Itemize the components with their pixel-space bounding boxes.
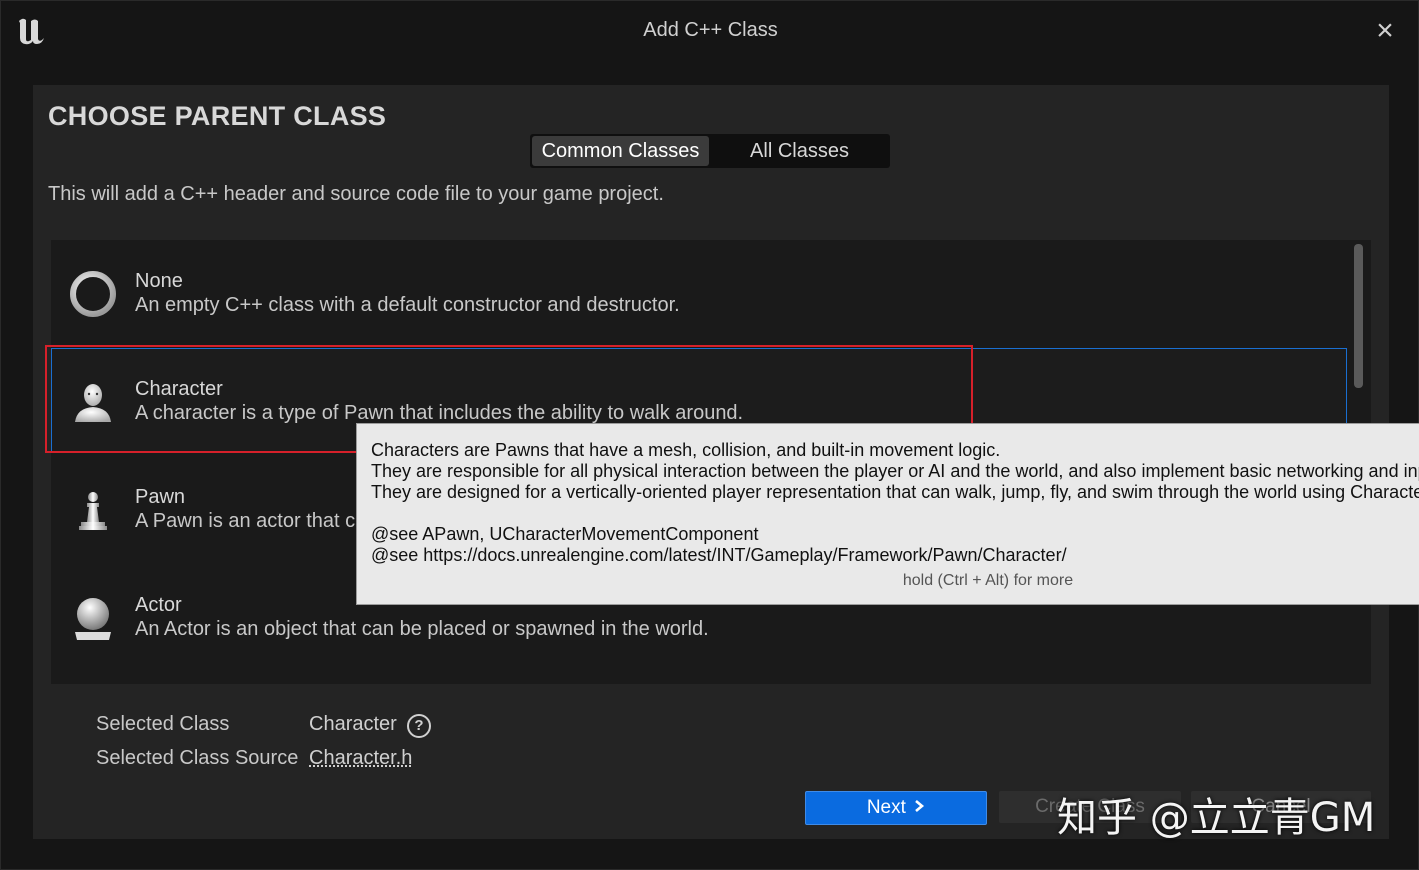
page-description: This will add a C++ header and source co…: [48, 183, 664, 205]
window-title: Add C++ Class: [643, 19, 778, 41]
character-bust-icon: [69, 378, 117, 426]
class-description: A Pawn is an actor that c: [135, 510, 356, 532]
pawn-chess-icon: [69, 486, 117, 534]
add-cpp-class-dialog: Add C++ Class × CHOOSE PARENT CLASS Comm…: [0, 0, 1419, 870]
selected-class-value: Character: [309, 713, 397, 735]
class-name: Actor: [135, 594, 182, 616]
page-title: CHOOSE PARENT CLASS: [48, 101, 387, 131]
class-description: A character is a type of Pawn that inclu…: [135, 402, 744, 424]
tooltip-line: They are designed for a vertically-orien…: [371, 482, 1419, 502]
list-item-none[interactable]: None An empty C++ class with a default c…: [51, 240, 1347, 344]
title-bar: Add C++ Class ×: [1, 1, 1419, 61]
selected-class-source-link[interactable]: Character.h: [309, 747, 412, 770]
class-tabs: Common Classes All Classes: [530, 134, 890, 168]
selected-class-label: Selected Class: [96, 713, 230, 735]
class-tooltip: Characters are Pawns that have a mesh, c…: [356, 423, 1419, 605]
class-description: An empty C++ class with a default constr…: [135, 294, 680, 316]
tooltip-more-hint: hold (Ctrl + Alt) for more: [902, 572, 1074, 589]
empty-ring-icon: [69, 270, 117, 318]
selected-class-source-label: Selected Class Source: [96, 747, 299, 769]
class-name: None: [135, 270, 183, 292]
close-icon[interactable]: ×: [1369, 15, 1401, 47]
list-scrollbar[interactable]: [1354, 244, 1363, 388]
watermark: 知乎 @立立青GM: [1057, 795, 1376, 841]
next-label: Next: [866, 797, 906, 819]
class-name: Character: [135, 378, 223, 400]
tab-common-classes[interactable]: Common Classes: [532, 136, 709, 166]
class-name: Pawn: [135, 486, 186, 508]
tooltip-line: They are responsible for all physical in…: [371, 461, 1419, 481]
chevron-right-icon: [913, 792, 925, 824]
class-description: An Actor is an object that can be placed…: [135, 618, 709, 640]
sphere-icon: [69, 594, 117, 642]
tooltip-line: @see APawn, UCharacterMovementComponent: [371, 524, 759, 544]
tab-all-classes[interactable]: All Classes: [711, 136, 888, 166]
tooltip-line: Characters are Pawns that have a mesh, c…: [371, 440, 1001, 460]
help-icon[interactable]: ?: [407, 714, 431, 738]
tooltip-line: @see https://docs.unrealengine.com/lates…: [371, 545, 1067, 565]
next-button[interactable]: Next: [805, 791, 987, 825]
